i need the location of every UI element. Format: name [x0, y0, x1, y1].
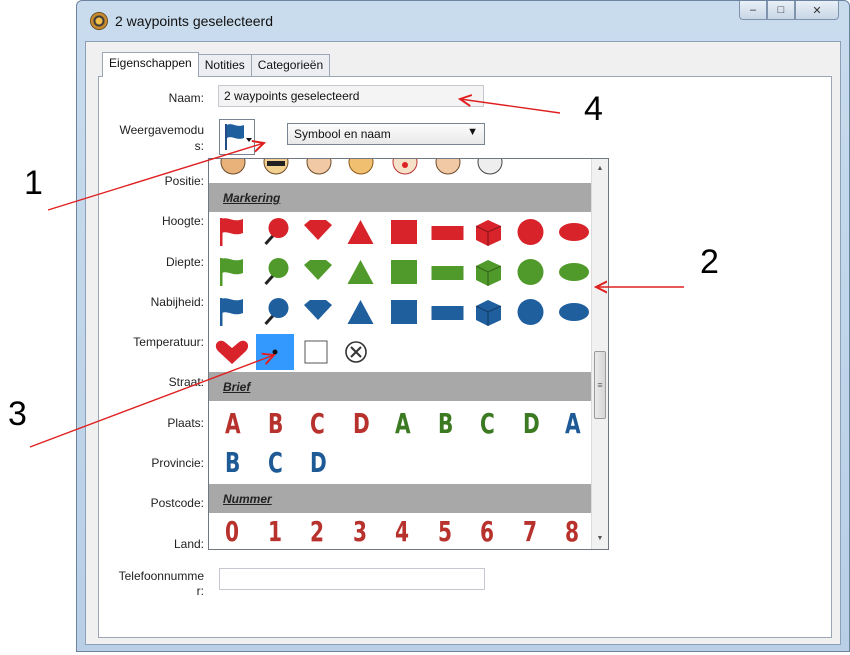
arrow-4 — [460, 99, 561, 114]
annotation-4: 4 — [584, 90, 603, 128]
annotation-3: 3 — [8, 395, 27, 433]
annotation-arrows — [29, 0, 684, 448]
annotation-1: 1 — [24, 164, 43, 202]
tab-eigenschappen[interactable]: Eigenschappen — [102, 52, 199, 77]
annotation-2: 2 — [700, 243, 719, 281]
arrow-3 — [29, 355, 274, 448]
arrow-1 — [47, 143, 264, 211]
